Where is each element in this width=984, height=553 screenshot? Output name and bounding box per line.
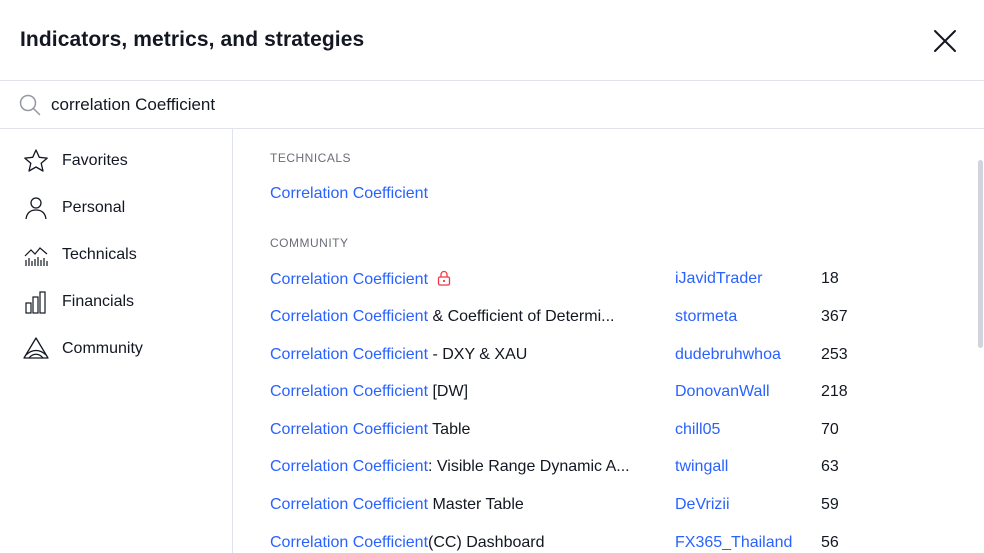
result-author-link[interactable]: FX365_Thailand bbox=[675, 534, 792, 552]
result-name-rest: : Visible Range Dynamic A... bbox=[428, 458, 630, 475]
result-row[interactable]: Correlation Coefficient: Visible Range D… bbox=[233, 449, 973, 487]
result-boost-count: 63 bbox=[821, 458, 839, 475]
dialog-header: Indicators, metrics, and strategies bbox=[0, 0, 984, 81]
result-row[interactable]: Correlation Coefficient - DXY & XAU dude… bbox=[233, 337, 973, 375]
result-name-highlight: Correlation Coefficient bbox=[270, 271, 429, 288]
sidebar-item-technicals[interactable]: Technicals bbox=[0, 231, 232, 278]
star-icon bbox=[24, 149, 48, 172]
result-row[interactable]: Correlation Coefficient [DW] DonovanWall… bbox=[233, 374, 973, 412]
person-icon bbox=[25, 197, 47, 220]
sidebar-item-label: Personal bbox=[62, 199, 126, 216]
lock-icon bbox=[437, 270, 451, 286]
sidebar-item-label: Favorites bbox=[62, 152, 128, 169]
result-author-link[interactable]: twingall bbox=[675, 458, 728, 476]
result-name: Correlation Coefficient - DXY & XAU bbox=[270, 346, 527, 364]
dialog-title: Indicators, metrics, and strategies bbox=[20, 28, 365, 51]
result-author-link[interactable]: stormeta bbox=[675, 308, 737, 326]
sidebar-item-financials[interactable]: Financials bbox=[0, 278, 232, 325]
result-name-highlight: Correlation Coefficient bbox=[270, 308, 429, 325]
result-name-highlight: Correlation Coefficient bbox=[270, 346, 429, 363]
result-name: Correlation Coefficient: Visible Range D… bbox=[270, 458, 630, 476]
result-name: Correlation Coefficient bbox=[270, 185, 428, 203]
result-name-highlight: Correlation Coefficient bbox=[270, 383, 429, 400]
result-row[interactable]: Correlation Coefficient & Coefficient of… bbox=[233, 299, 973, 337]
result-boost-count: 56 bbox=[821, 534, 839, 551]
sidebar-item-personal[interactable]: Personal bbox=[0, 184, 232, 231]
results-scrollbar[interactable] bbox=[978, 160, 983, 348]
result-boost-count: 253 bbox=[821, 346, 848, 363]
result-name: Correlation Coefficient(CC) Dashboard bbox=[270, 534, 545, 552]
result-author-link[interactable]: dudebruhwhoa bbox=[675, 346, 781, 364]
result-name-highlight: Correlation Coefficient bbox=[270, 185, 429, 202]
result-row[interactable]: Correlation Coefficient bbox=[233, 176, 973, 214]
result-name-highlight: Correlation Coefficient bbox=[270, 421, 429, 438]
result-author-link[interactable]: DonovanWall bbox=[675, 383, 770, 401]
result-name-rest: - DXY & XAU bbox=[428, 346, 528, 363]
search-bar bbox=[0, 81, 984, 129]
result-author-link[interactable]: chill05 bbox=[675, 421, 720, 439]
result-name-highlight: Correlation Coefficient bbox=[270, 534, 429, 551]
results-panel: TECHNICALS Correlation Coefficient COMMU… bbox=[233, 129, 984, 553]
result-boost-count: 70 bbox=[821, 421, 839, 438]
result-boost-count: 59 bbox=[821, 496, 839, 513]
result-boost-count: 218 bbox=[821, 383, 848, 400]
section-header-community: COMMUNITY bbox=[270, 236, 349, 250]
result-author-link[interactable]: iJavidTrader bbox=[675, 270, 762, 288]
chart-icon bbox=[24, 247, 48, 266]
result-row[interactable]: Correlation Coefficient(CC) Dashboard FX… bbox=[233, 525, 973, 553]
result-name: Correlation Coefficient Table bbox=[270, 421, 470, 439]
result-name-rest: Table bbox=[428, 421, 471, 438]
result-name: Correlation Coefficient Master Table bbox=[270, 496, 524, 514]
sidebar-item-label: Community bbox=[62, 340, 143, 357]
section-header-technicals: TECHNICALS bbox=[270, 151, 352, 165]
category-sidebar: Favorites Personal Technicals Financials… bbox=[0, 129, 233, 553]
result-name-rest: Master Table bbox=[428, 496, 524, 513]
close-button[interactable] bbox=[930, 26, 960, 56]
result-boost-count: 367 bbox=[821, 308, 848, 325]
bar-chart-icon bbox=[25, 291, 46, 314]
result-name-rest: & Coefficient of Determi... bbox=[428, 308, 615, 325]
result-row[interactable]: Correlation Coefficient Master Table DeV… bbox=[233, 487, 973, 525]
sidebar-item-community[interactable]: Community bbox=[0, 325, 232, 372]
result-name-rest: (CC) Dashboard bbox=[428, 534, 545, 551]
community-icon bbox=[23, 337, 49, 359]
search-icon bbox=[19, 94, 41, 116]
sidebar-item-label: Financials bbox=[62, 293, 135, 310]
result-name-highlight: Correlation Coefficient bbox=[270, 496, 429, 513]
result-name-rest: [DW] bbox=[428, 383, 469, 400]
result-name: Correlation Coefficient & Coefficient of… bbox=[270, 308, 614, 326]
result-row[interactable]: Correlation Coefficient Table chill05 70 bbox=[233, 412, 973, 450]
result-name-highlight: Correlation Coefficient bbox=[270, 458, 429, 475]
result-name: Correlation Coefficient bbox=[270, 270, 452, 289]
result-boost-count: 18 bbox=[821, 270, 839, 287]
result-name: Correlation Coefficient [DW] bbox=[270, 383, 468, 401]
close-icon bbox=[934, 30, 956, 52]
sidebar-item-favorites[interactable]: Favorites bbox=[0, 137, 232, 184]
result-row[interactable]: Correlation Coefficient iJavidTrader 18 bbox=[233, 261, 973, 299]
sidebar-item-label: Technicals bbox=[62, 246, 137, 263]
result-author-link[interactable]: DeVrizii bbox=[675, 496, 730, 514]
search-input[interactable] bbox=[51, 90, 951, 120]
